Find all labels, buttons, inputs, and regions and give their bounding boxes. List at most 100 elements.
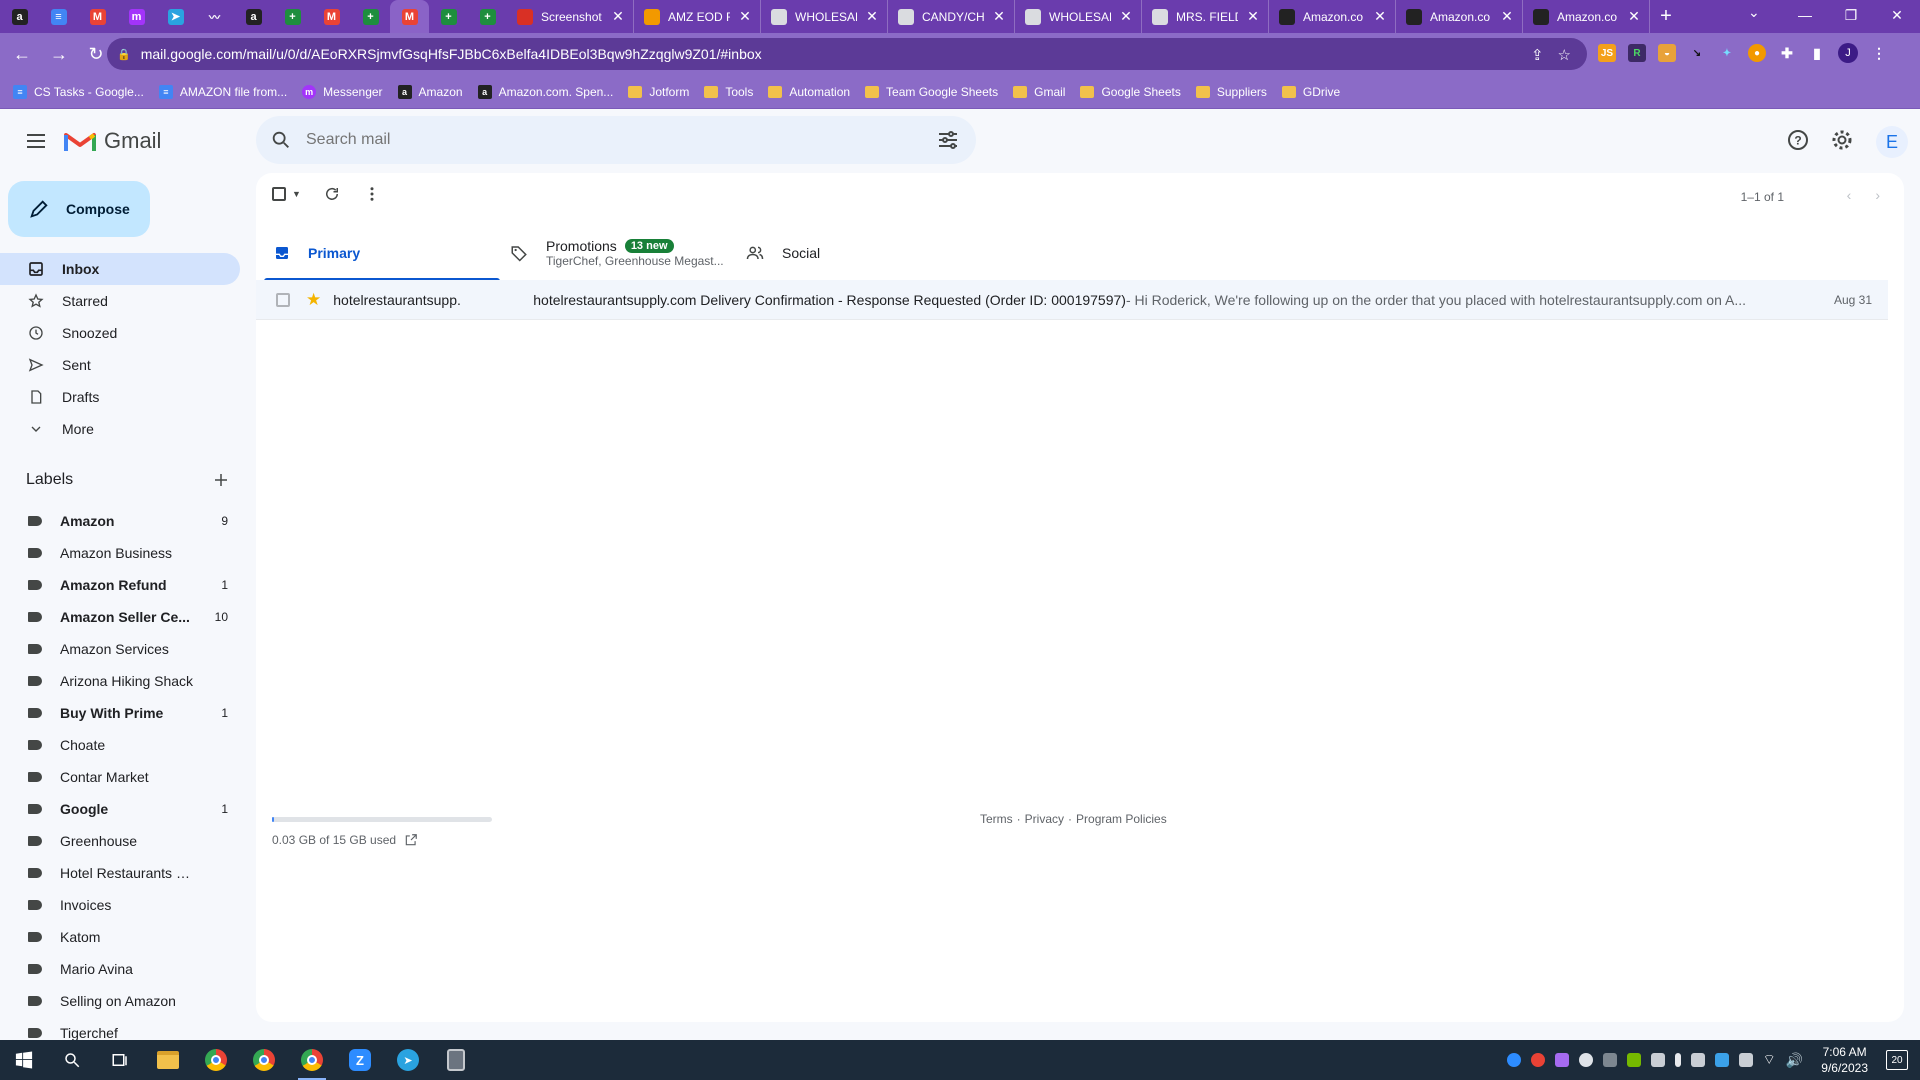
new-tab-button[interactable]: + (1650, 0, 1682, 33)
label-item[interactable]: Google 1 (0, 793, 240, 825)
privacy-link[interactable]: Privacy (1025, 812, 1064, 826)
bookmark-item[interactable]: ≡ AMAZON file from... (158, 84, 287, 99)
star-icon[interactable]: ★ (306, 290, 321, 310)
nvidia-icon[interactable] (1626, 1053, 1641, 1067)
forward-button[interactable]: → (44, 39, 74, 69)
sidebar-item-starred[interactable]: Starred (0, 285, 240, 317)
profile-avatar[interactable]: J (1838, 43, 1858, 63)
terms-link[interactable]: Terms (980, 812, 1013, 826)
bookmark-item[interactable]: m Messenger (302, 84, 383, 99)
sidebar-item-inbox[interactable]: Inbox (0, 253, 240, 285)
label-item[interactable]: Amazon 9 (0, 505, 240, 537)
search-options-icon[interactable] (936, 128, 960, 152)
browser-tab[interactable]: CANDY/CH ✕ (888, 0, 1015, 33)
label-item[interactable]: Amazon Services (0, 633, 240, 665)
side-panel-icon[interactable]: ▮ (1808, 44, 1826, 62)
browser-tab[interactable]: Amazon.co ✕ (1523, 0, 1650, 33)
browser-tab[interactable]: MRS. FIELD ✕ (1142, 0, 1269, 33)
label-item[interactable]: Greenhouse (0, 825, 240, 857)
pinned-tab[interactable]: M (312, 0, 351, 33)
gmail-logo[interactable]: Gmail (64, 128, 161, 154)
sidebar-item-sent[interactable]: Sent (0, 349, 240, 381)
open-in-new-icon[interactable] (404, 833, 418, 847)
label-item[interactable]: Contar Market (0, 761, 240, 793)
pinned-tab[interactable]: M (390, 0, 429, 33)
email-row[interactable]: ★ hotelrestaurantsupp. hotelrestaurantsu… (256, 280, 1888, 320)
add-label-icon[interactable] (212, 471, 230, 489)
printer-tray-icon[interactable] (1602, 1053, 1617, 1067)
tab-close-icon[interactable]: ✕ (1119, 8, 1133, 25)
bookmark-item[interactable]: GDrive (1281, 85, 1340, 99)
sidebar-item-drafts[interactable]: Drafts (0, 381, 240, 413)
microphone-icon[interactable] (1674, 1053, 1681, 1067)
bookmark-item[interactable]: Gmail (1013, 85, 1065, 99)
refresh-icon[interactable] (323, 185, 341, 203)
browser-tab[interactable]: Amazon.co ✕ (1396, 0, 1523, 33)
chrome-tray-icon[interactable] (1530, 1053, 1545, 1067)
bookmark-item[interactable]: Google Sheets (1080, 85, 1181, 99)
calculator-icon[interactable] (432, 1040, 480, 1080)
pinned-tab[interactable]: 〰 (195, 0, 234, 33)
share-icon[interactable]: ⇪ (1531, 46, 1544, 64)
r-extension-icon[interactable]: R (1628, 44, 1646, 62)
chrome-icon[interactable] (288, 1040, 336, 1080)
tab-primary[interactable]: Primary (264, 225, 500, 281)
tab-close-icon[interactable]: ✕ (611, 8, 625, 25)
pinned-tab[interactable]: ≡ (39, 0, 78, 33)
label-item[interactable]: Amazon Seller Ce... 10 (0, 601, 240, 633)
prev-page-icon[interactable]: ‹ (1847, 187, 1852, 203)
select-all-checkbox[interactable]: ▼ (272, 187, 301, 201)
bookmark-item[interactable]: a Amazon (397, 84, 463, 99)
bookmark-item[interactable]: Jotform (628, 85, 689, 99)
close-window-button[interactable]: ✕ (1874, 0, 1920, 30)
sidebar-item-more[interactable]: More (0, 413, 240, 445)
tab-close-icon[interactable]: ✕ (738, 8, 752, 25)
label-item[interactable]: Amazon Business (0, 537, 240, 569)
tab-close-icon[interactable]: ✕ (1500, 8, 1514, 25)
browser-tab[interactable]: AMZ EOD R ✕ (634, 0, 761, 33)
pinned-tab[interactable]: + (273, 0, 312, 33)
next-page-icon[interactable]: › (1875, 187, 1880, 203)
tab-social[interactable]: Social (736, 225, 972, 281)
feather-tray-icon[interactable] (1554, 1053, 1569, 1067)
label-item[interactable]: Invoices (0, 889, 240, 921)
pinned-tab[interactable]: + (351, 0, 390, 33)
bookmark-item[interactable]: Automation (768, 85, 850, 99)
bluetooth-tray-icon[interactable] (1714, 1053, 1729, 1067)
zoom-icon[interactable]: Z (336, 1040, 384, 1080)
bookmark-item[interactable]: Tools (704, 85, 753, 99)
pinned-tab[interactable]: + (468, 0, 507, 33)
search-icon[interactable] (270, 129, 292, 151)
windows-start-icon[interactable] (0, 1040, 48, 1080)
volume-icon[interactable]: 🔊 (1786, 1052, 1803, 1069)
more-options-icon[interactable] (363, 185, 381, 203)
address-bar[interactable]: 🔒 mail.google.com/mail/u/0/d/AEoRXRSjmvf… (107, 38, 1587, 70)
browser-tab[interactable]: Amazon.co ✕ (1269, 0, 1396, 33)
label-item[interactable]: Katom (0, 921, 240, 953)
onedrive-icon[interactable] (1578, 1053, 1593, 1067)
arrow-extension-icon[interactable]: ↘ (1688, 44, 1706, 62)
pinned-tab[interactable]: a (0, 0, 39, 33)
keyboard-tray-icon[interactable] (1738, 1053, 1753, 1067)
label-item[interactable]: Buy With Prime 1 (0, 697, 240, 729)
bookmark-item[interactable]: Suppliers (1195, 85, 1267, 99)
chrome-icon[interactable] (240, 1040, 288, 1080)
tab-search-chevron-icon[interactable]: ⌄ (1748, 4, 1760, 21)
program-policies-link[interactable]: Program Policies (1076, 812, 1167, 826)
label-item[interactable]: Amazon Refund 1 (0, 569, 240, 601)
browser-tab[interactable]: WHOLESAL ✕ (761, 0, 888, 33)
clock[interactable]: 7:06 AM 9/6/2023 (1821, 1044, 1868, 1076)
label-item[interactable]: Hotel Restaurants Supply (0, 857, 240, 889)
tab-close-icon[interactable]: ✕ (1373, 8, 1387, 25)
label-item[interactable]: Mario Avina (0, 953, 240, 985)
search-input[interactable] (306, 131, 906, 149)
bookmark-item[interactable]: a Amazon.com. Spen... (477, 84, 613, 99)
browser-tab[interactable]: WHOLESAL ✕ (1015, 0, 1142, 33)
file-explorer-icon[interactable] (144, 1040, 192, 1080)
extensions-icon[interactable]: ✚ (1778, 44, 1796, 62)
tab-close-icon[interactable]: ✕ (1627, 8, 1641, 25)
bookmark-star-icon[interactable]: ☆ (1558, 46, 1571, 64)
main-menu-icon[interactable] (24, 129, 48, 153)
wifi-icon[interactable]: ⌔ (1763, 1051, 1776, 1069)
support-icon[interactable]: ? (1786, 128, 1810, 152)
